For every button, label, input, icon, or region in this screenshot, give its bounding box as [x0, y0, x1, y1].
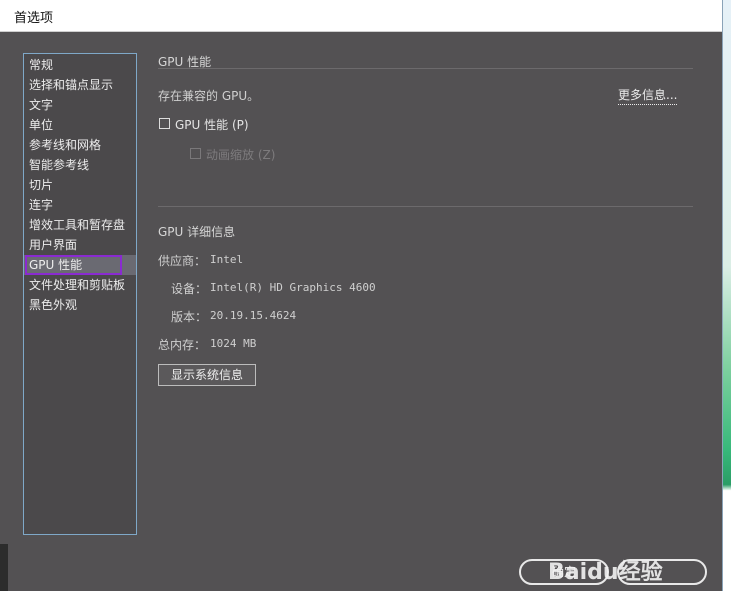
- preferences-sidebar: 常规 选择和锚点显示 文字 单位 参考线和网格 智能参考线 切片 连字 增效工具…: [23, 53, 137, 535]
- show-system-info-button[interactable]: 显示系统信息: [158, 364, 256, 386]
- sidebar-item-selection-anchor[interactable]: 选择和锚点显示: [24, 75, 136, 95]
- window-title: 首选项: [14, 11, 54, 26]
- sidebar-item-units[interactable]: 单位: [24, 115, 136, 135]
- sidebar-item-slices[interactable]: 切片: [24, 175, 136, 195]
- more-info-link[interactable]: 更多信息...: [618, 86, 678, 105]
- device-label: 设备：: [171, 282, 208, 296]
- background-app-edge: [722, 0, 731, 591]
- animated-zoom-label: 动画缩放 (Z): [206, 148, 276, 162]
- version-value: 20.19.15.4624: [210, 309, 297, 322]
- device-value: Intel(R) HD Graphics 4600: [210, 281, 376, 294]
- gpu-performance-checkbox-label[interactable]: GPU 性能 (P): [175, 116, 249, 133]
- memory-label: 总内存：: [158, 338, 207, 352]
- title-bar: 首选项: [0, 0, 722, 32]
- preferences-dialog: 首选项 常规 选择和锚点显示 文字 单位 参考线和网格 智能参考线 切片 连字 …: [0, 0, 723, 591]
- sidebar-item-type[interactable]: 文字: [24, 95, 136, 115]
- animated-zoom-checkbox[interactable]: [190, 148, 201, 159]
- section-divider: [158, 68, 693, 69]
- sidebar-item-general[interactable]: 常规: [24, 55, 136, 75]
- memory-value: 1024 MB: [210, 337, 257, 350]
- vendor-value: Intel: [210, 253, 244, 266]
- vendor-label: 供应商：: [158, 254, 207, 268]
- sidebar-item-hyphenation[interactable]: 连字: [24, 195, 136, 215]
- selection-highlight-box: [25, 255, 122, 275]
- watermark-text: Baidu经验: [548, 560, 663, 585]
- sidebar-item-user-interface[interactable]: 用户界面: [24, 235, 136, 255]
- sidebar-item-smart-guides[interactable]: 智能参考线: [24, 155, 136, 175]
- sidebar-item-file-clipboard[interactable]: 文件处理和剪贴板: [24, 275, 136, 295]
- sidebar-item-plugins-scratch[interactable]: 增效工具和暂存盘: [24, 215, 136, 235]
- gpu-performance-checkbox[interactable]: [159, 118, 170, 129]
- section-divider-2: [158, 206, 693, 207]
- gpu-details-heading: GPU 详细信息: [158, 225, 236, 239]
- background-taskbar-edge: [0, 544, 8, 591]
- compatible-gpu-text: 存在兼容的 GPU。: [158, 89, 260, 103]
- baidu-watermark: Baidu经验: [548, 554, 718, 590]
- sidebar-item-guides-grid[interactable]: 参考线和网格: [24, 135, 136, 155]
- version-label: 版本：: [171, 310, 208, 324]
- sidebar-item-black-appearance[interactable]: 黑色外观: [24, 295, 136, 315]
